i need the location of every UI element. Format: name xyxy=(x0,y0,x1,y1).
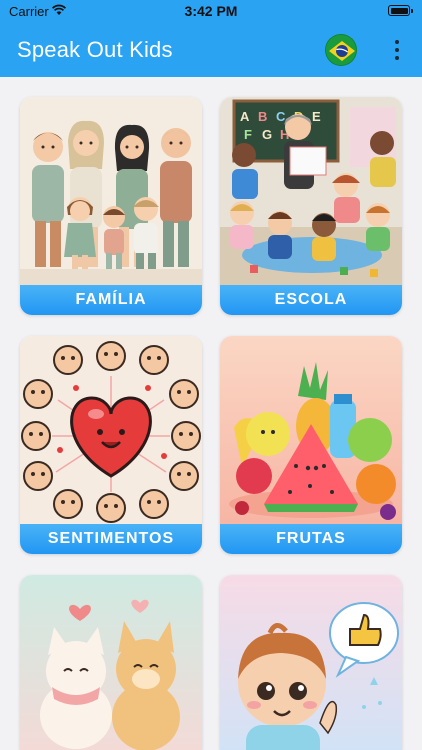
board-letter: F xyxy=(244,127,252,142)
feelings-illustration xyxy=(20,336,202,526)
app-title: Speak Out Kids xyxy=(17,37,173,62)
family-illustration xyxy=(20,97,202,287)
category-label: ESCOLA xyxy=(220,285,402,315)
status-bar: Carrier 3:42 PM xyxy=(0,0,422,22)
category-card-sentimentos[interactable]: SENTIMENTOS xyxy=(20,336,202,554)
app-bar: Carrier 3:42 PM Speak Out Kids xyxy=(0,0,422,77)
board-letter: C xyxy=(276,109,286,124)
category-card-escola[interactable]: ABC DE FGH ESCOLA xyxy=(220,97,402,315)
fruits-illustration xyxy=(220,336,402,526)
board-letter: A xyxy=(240,109,250,124)
category-label: FRUTAS xyxy=(220,524,402,554)
board-letter: B xyxy=(258,109,267,124)
more-vertical-icon[interactable] xyxy=(388,37,406,63)
boy-thumbs-up-illustration xyxy=(220,575,402,750)
category-card-frutas[interactable]: FRUTAS xyxy=(220,336,402,554)
board-letter: E xyxy=(312,109,321,124)
school-illustration: ABC DE FGH xyxy=(220,97,402,287)
status-time: 3:42 PM xyxy=(184,3,238,19)
brazil-flag-icon[interactable] xyxy=(325,34,357,66)
cat-dog-friends-illustration xyxy=(20,575,202,750)
category-card-amigos[interactable] xyxy=(20,575,202,750)
category-label: FAMÍLIA xyxy=(20,285,202,315)
battery-icon xyxy=(388,5,413,16)
category-card-boy[interactable] xyxy=(220,575,402,750)
category-card-familia[interactable]: FAMÍLIA xyxy=(20,97,202,315)
board-letter: G xyxy=(262,127,272,142)
category-label: SENTIMENTOS xyxy=(20,524,202,554)
